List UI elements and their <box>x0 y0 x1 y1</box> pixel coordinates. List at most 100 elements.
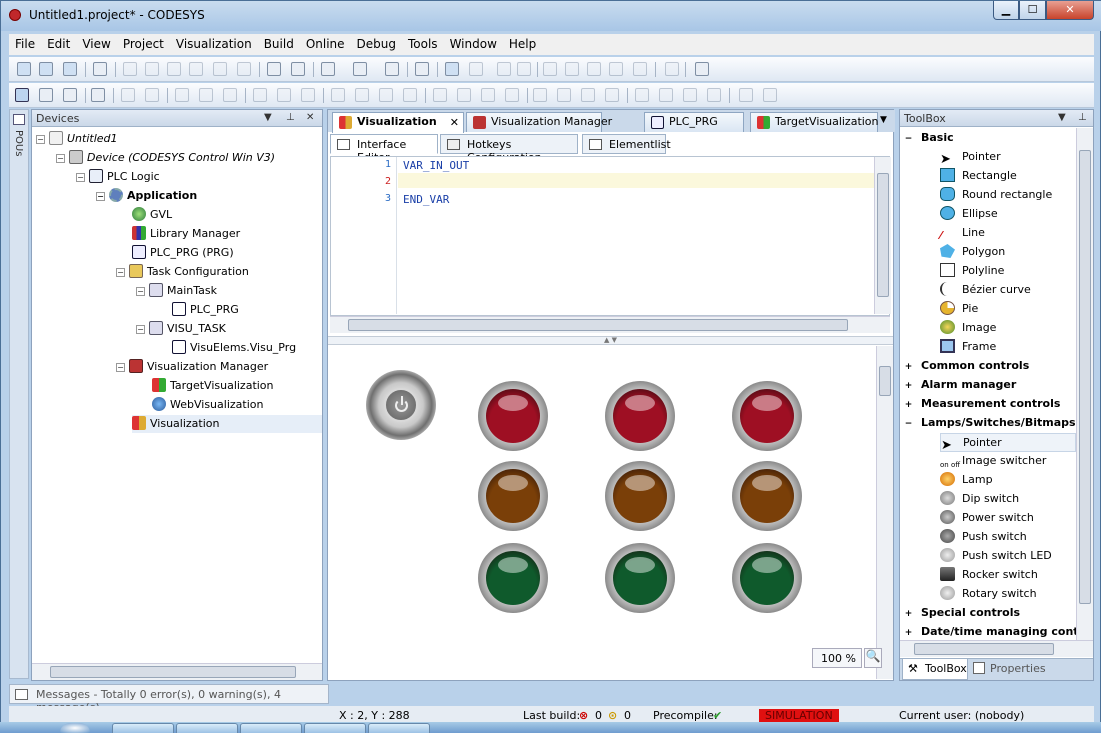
minimize-button[interactable]: ▁ <box>993 1 1019 20</box>
distribute-icon[interactable] <box>505 88 519 102</box>
tree-item-library-manager[interactable]: Library Manager <box>132 225 240 243</box>
tool-rectangle[interactable]: Rectangle <box>940 167 1076 186</box>
toolbox-horizontal-scrollbar[interactable] <box>900 640 1093 657</box>
tool-pointer-lamps[interactable]: ➤ Pointer <box>940 433 1076 452</box>
tab-target-visualization[interactable]: TargetVisualization <box>750 112 879 132</box>
tree-item-visualization[interactable]: Visualization <box>132 415 322 433</box>
category-common-controls[interactable]: + Common controls <box>904 357 1030 376</box>
menu-file[interactable]: File <box>9 34 41 51</box>
write-values-icon[interactable] <box>695 62 709 76</box>
group-icon[interactable] <box>121 88 135 102</box>
devices-horizontal-scrollbar[interactable] <box>32 663 322 680</box>
tree-item-maintask-plc-prg[interactable]: PLC_PRG <box>172 301 239 319</box>
center-vertical-icon[interactable] <box>481 88 495 102</box>
code-horizontal-scrollbar[interactable] <box>330 316 890 333</box>
tree-item-target-visualization[interactable]: TargetVisualization <box>152 377 274 395</box>
menu-debug[interactable]: Debug <box>351 34 402 51</box>
tool-rocker-switch[interactable]: Rocker switch <box>940 566 1076 585</box>
tree-item-plc-logic[interactable]: − PLC Logic <box>76 168 160 186</box>
tree-item-application[interactable]: − Application <box>96 187 197 205</box>
align-right-icon[interactable] <box>223 88 237 102</box>
tabs-dropdown-icon[interactable]: ▼ <box>880 115 887 125</box>
tool-image[interactable]: Image <box>940 319 1076 338</box>
category-alarm-manager[interactable]: + Alarm manager <box>904 376 1017 395</box>
subtab-hotkeys-configuration[interactable]: Hotkeys Configuration <box>440 134 578 164</box>
menu-build[interactable]: Build <box>258 34 300 51</box>
tool-push-switch-led[interactable]: Push switch LED <box>940 547 1076 566</box>
align-middle-icon[interactable] <box>277 88 291 102</box>
lamp-green[interactable] <box>732 543 802 613</box>
tab-toolbox[interactable]: ⚒ ToolBox <box>902 659 968 680</box>
tool-lamp[interactable]: Lamp <box>940 471 1076 490</box>
size-height-icon[interactable] <box>557 88 571 102</box>
align-bottom-icon[interactable] <box>301 88 315 102</box>
cut-icon[interactable] <box>167 62 181 76</box>
power-switch[interactable] <box>366 370 436 440</box>
menu-window[interactable]: Window <box>444 34 503 51</box>
send-backward-icon[interactable] <box>707 88 721 102</box>
menu-edit[interactable]: Edit <box>41 34 76 51</box>
menu-help[interactable]: Help <box>503 34 542 51</box>
size-both-icon[interactable] <box>581 88 595 102</box>
tree-item-maintask[interactable]: − MainTask <box>136 282 217 300</box>
category-lamps-switches-bitmaps[interactable]: − Lamps/Switches/Bitmaps <box>904 414 1076 433</box>
tool-image-switcher[interactable]: on off Image switcher <box>940 452 1076 471</box>
tree-item-visualization-manager[interactable]: − Visualization Manager <box>116 358 268 376</box>
start-icon[interactable] <box>497 62 511 76</box>
size-width-icon[interactable] <box>533 88 547 102</box>
tree-item-task-configuration[interactable]: − Task Configuration <box>116 263 249 281</box>
lamp-green[interactable] <box>478 543 548 613</box>
taskbar-item[interactable] <box>368 723 430 733</box>
lamp-red[interactable] <box>478 381 548 451</box>
close-button[interactable]: ✕ <box>1046 1 1094 20</box>
menu-view[interactable]: View <box>76 34 116 51</box>
open-folder-icon[interactable] <box>39 62 53 76</box>
tree-item-visu-task[interactable]: − VISU_TASK <box>136 320 226 338</box>
messages-bar[interactable]: Messages - Totally 0 error(s), 0 warning… <box>9 684 329 714</box>
lamp-green[interactable] <box>605 543 675 613</box>
pane-close-icon[interactable]: ✕ <box>306 112 314 123</box>
menu-online[interactable]: Online <box>300 34 351 51</box>
tree-item-gvl[interactable]: GVL <box>132 206 172 224</box>
editor-splitter[interactable]: ▲ ▼ <box>328 336 893 345</box>
tree-item-device[interactable]: − Device (CODESYS Control Win V3) <box>56 149 275 167</box>
category-special-controls[interactable]: + Special controls <box>904 604 1020 623</box>
run-to-cursor-icon[interactable] <box>609 62 623 76</box>
category-basic[interactable]: − Basic <box>904 129 954 148</box>
frame-selection-icon[interactable] <box>763 88 777 102</box>
align-top-icon[interactable] <box>253 88 267 102</box>
logout-icon[interactable] <box>469 62 483 76</box>
tab-plc-prg[interactable]: PLC_PRG <box>644 112 744 132</box>
tool-rotary-switch[interactable]: Rotary switch <box>940 585 1076 604</box>
tool-pointer[interactable]: ➤ Pointer <box>940 148 1076 167</box>
build-icon[interactable] <box>415 62 429 76</box>
tree-item-untitled1[interactable]: − Untitled1 <box>36 130 118 148</box>
tool-push-switch[interactable]: Push switch <box>940 528 1076 547</box>
paste-icon[interactable] <box>213 62 227 76</box>
lamp-red[interactable] <box>732 381 802 451</box>
pane-dropdown-icon[interactable]: ▼ <box>264 112 272 123</box>
space-vertical-icon[interactable] <box>433 88 447 102</box>
align-center-icon[interactable] <box>199 88 213 102</box>
tree-item-web-visualization[interactable]: WebVisualization <box>152 396 263 414</box>
maximize-button[interactable]: ☐ <box>1019 1 1046 20</box>
step-into-icon[interactable] <box>565 62 579 76</box>
lamp-amber[interactable] <box>478 461 548 531</box>
zoom-icon[interactable]: 🔍 <box>864 648 882 668</box>
copy-icon[interactable] <box>189 62 203 76</box>
save-icon[interactable] <box>63 62 77 76</box>
tab-visualization[interactable]: Visualization ✕ <box>332 112 464 133</box>
center-horizontal-icon[interactable] <box>457 88 471 102</box>
login-icon[interactable] <box>445 62 459 76</box>
tool-polygon[interactable]: Polygon <box>940 243 1076 262</box>
visualization-canvas[interactable]: 100 % 🔍 <box>328 346 893 679</box>
undo-icon[interactable] <box>123 62 137 76</box>
declaration-editor[interactable]: 1 2 3 VAR_IN_OUT END_VAR <box>330 156 891 316</box>
keyboard-icon[interactable] <box>91 88 105 102</box>
lamp-red[interactable] <box>605 381 675 451</box>
make-same-height-icon[interactable] <box>355 88 369 102</box>
toolbox-vertical-scrollbar[interactable] <box>1076 128 1093 640</box>
pointer-mode-icon[interactable] <box>15 88 29 102</box>
add-object-icon[interactable] <box>385 62 399 76</box>
make-same-size-icon[interactable] <box>379 88 393 102</box>
